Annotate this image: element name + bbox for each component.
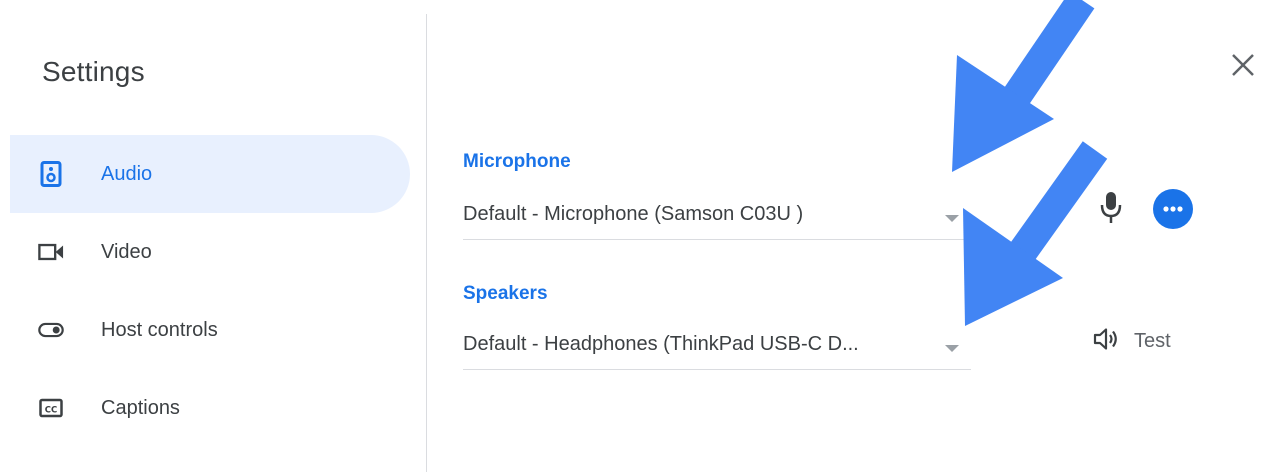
sidebar-item-audio[interactable]: Audio [10, 135, 410, 213]
sidebar-item-video[interactable]: Video [10, 213, 410, 291]
settings-sidebar: Settings Audio Video Host controls CC Ca… [0, 0, 426, 472]
speakers-label: Speakers [463, 283, 548, 304]
sidebar-item-label: Host controls [101, 318, 218, 341]
dropdown-arrow-icon [945, 215, 959, 222]
svg-text:CC: CC [45, 406, 57, 416]
sidebar-item-label: Captions [101, 396, 180, 419]
microphone-selected-value: Default - Microphone (Samson C03U ) [463, 203, 804, 225]
close-button[interactable] [1228, 50, 1258, 80]
settings-title: Settings [42, 56, 145, 87]
sidebar-item-label: Audio [101, 162, 153, 185]
sidebar-divider [426, 14, 427, 472]
speaker-icon [38, 161, 64, 187]
annotation-arrow-microphone [952, 0, 1095, 172]
sidebar-item-host-controls[interactable]: Host controls [10, 291, 410, 369]
speakers-select[interactable]: Default - Headphones (ThinkPad USB-C D..… [463, 325, 971, 370]
toggle-icon [38, 317, 64, 343]
speakers-selected-value: Default - Headphones (ThinkPad USB-C D..… [463, 333, 859, 355]
closed-captions-icon: CC [38, 395, 64, 421]
test-speakers-button[interactable]: Test [1092, 323, 1171, 359]
microphone-select[interactable]: Default - Microphone (Samson C03U ) [463, 195, 971, 240]
sidebar-item-label: Video [101, 240, 152, 263]
microphone-button[interactable] [1094, 188, 1128, 228]
test-label: Test [1134, 329, 1171, 352]
microphone-more-options-button[interactable] [1153, 189, 1193, 229]
dropdown-arrow-icon [945, 345, 959, 352]
microphone-label: Microphone [463, 151, 571, 172]
more-horizontal-icon [1153, 206, 1193, 233]
annotation-arrow-speakers [963, 141, 1108, 326]
microphone-icon [1094, 192, 1128, 232]
volume-icon [1092, 326, 1120, 357]
video-camera-icon [38, 239, 64, 265]
sidebar-item-captions[interactable]: CC Captions [10, 369, 410, 447]
close-icon [1228, 54, 1258, 84]
